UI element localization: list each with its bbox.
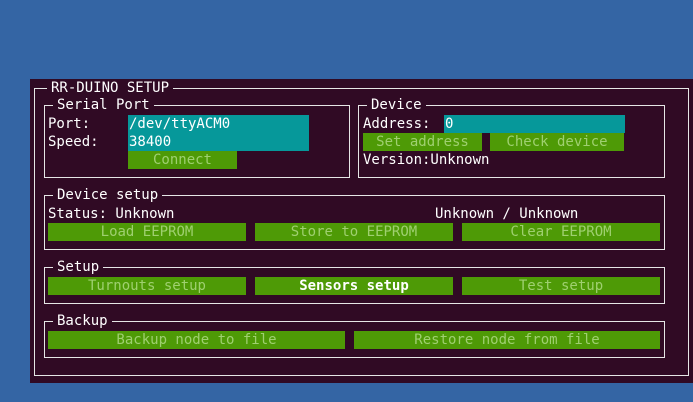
app-title: RR-DUINO SETUP <box>47 79 174 97</box>
load-eeprom-button[interactable]: Load EEPROM <box>48 223 246 241</box>
store-eeprom-button[interactable]: Store to EEPROM <box>255 223 453 241</box>
address-input[interactable]: 0 <box>444 115 625 133</box>
check-device-button[interactable]: Check device <box>490 133 624 151</box>
setup-legend: Setup <box>53 258 104 276</box>
status-text: Status: Unknown <box>48 206 175 222</box>
speed-input[interactable]: 38400 <box>128 133 309 151</box>
terminal-window: RR-DUINO SETUP Serial Port Port: /dev/tt… <box>30 79 693 383</box>
backup-legend: Backup <box>53 312 112 330</box>
set-address-button[interactable]: Set address <box>363 133 482 151</box>
serial-port-legend: Serial Port <box>53 96 154 114</box>
device-setup-legend: Device setup <box>53 186 163 204</box>
device-legend: Device <box>367 96 426 114</box>
speed-label: Speed: <box>48 134 99 150</box>
restore-node-button[interactable]: Restore node from file <box>354 331 660 349</box>
counts-text: Unknown / Unknown <box>435 206 579 222</box>
connect-button[interactable]: Connect <box>128 151 237 169</box>
version-text: Version:Unknown <box>363 152 490 168</box>
port-input[interactable]: /dev/ttyACM0 <box>128 115 309 133</box>
backup-node-button[interactable]: Backup node to file <box>48 331 345 349</box>
address-label: Address: <box>363 116 431 132</box>
port-label: Port: <box>48 116 91 132</box>
turnouts-setup-button[interactable]: Turnouts setup <box>48 277 246 295</box>
clear-eeprom-button[interactable]: Clear EEPROM <box>462 223 660 241</box>
test-setup-button[interactable]: Test setup <box>462 277 660 295</box>
sensors-setup-button[interactable]: Sensors setup <box>255 277 453 295</box>
